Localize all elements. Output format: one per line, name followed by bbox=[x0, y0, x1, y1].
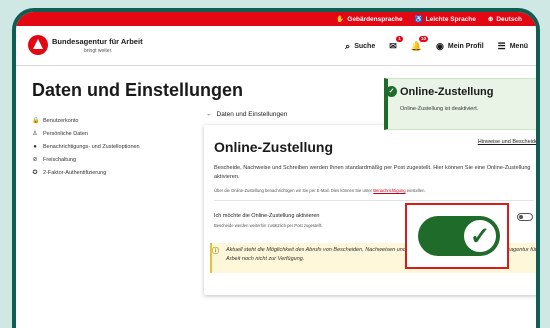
top-utility-bar: ✋ Gebärdensprache ♿ Leichte Sprache ⊕ De… bbox=[16, 12, 536, 26]
easy-language-label: Leichte Sprache bbox=[425, 15, 476, 23]
arrow-left-icon: ← bbox=[206, 111, 213, 118]
sidebar-nav: 🔒 Benutzerkonto ♙ Persönliche Daten ● Be… bbox=[32, 114, 202, 179]
language-label: Deutsch bbox=[496, 15, 522, 23]
search-button[interactable]: ⌕ Suche bbox=[345, 41, 375, 52]
notification-badge: 10 bbox=[418, 35, 428, 42]
toast-title: Online-Zustellung bbox=[400, 86, 494, 98]
notification-settings-link[interactable]: Benachrichtigung bbox=[373, 188, 405, 193]
sidebar-item-label: Freischaltung bbox=[43, 156, 77, 163]
sidebar-item-label: 2-Faktor-Authentifizierung bbox=[43, 169, 107, 176]
back-link-label: Daten und Einstellungen bbox=[216, 111, 288, 118]
browser-frame: ✋ Gebärdensprache ♿ Leichte Sprache ⊕ De… bbox=[12, 8, 540, 328]
header-nav: ⌕ Suche ✉ 1 🔔 10 ◉ Mein Profil ☰ Menü bbox=[345, 26, 528, 66]
site-header: Bundesagentur für Arbeit bringt weiter. … bbox=[16, 26, 536, 66]
card-subtext: Über die Online-Zustellung benachrichtig… bbox=[214, 188, 534, 193]
checkmark-icon: ✓ bbox=[462, 218, 498, 254]
page-background: ✋ Gebärdensprache ♿ Leichte Sprache ⊕ De… bbox=[0, 0, 550, 328]
card-description: Bescheide, Nachweise und Schreiben werde… bbox=[214, 165, 531, 180]
search-icon: ⌕ bbox=[345, 40, 351, 51]
mailbox-button[interactable]: ✉ 1 bbox=[389, 35, 403, 52]
sign-language-icon: ✋ bbox=[336, 16, 345, 23]
toggle-label: Ich möchte die Online-Zustellung aktivie… bbox=[214, 213, 320, 219]
brand-slogan: bringt weiter. bbox=[84, 48, 113, 54]
brand-name[interactable]: Bundesagentur für Arbeit bbox=[52, 37, 143, 46]
status-toast: ✓ Online-Zustellung Online-Zustellung is… bbox=[384, 78, 536, 130]
menu-button[interactable]: ☰ Menü bbox=[498, 41, 528, 52]
mail-badge: 1 bbox=[396, 35, 403, 42]
bell-icon: ● bbox=[33, 143, 37, 150]
toast-message: Online-Zustellung ist deaktiviert. bbox=[400, 106, 479, 112]
card-title: Online-Zustellung bbox=[214, 139, 333, 155]
info-icon: ⓘ bbox=[212, 248, 219, 255]
enlarged-toggle-switch[interactable]: ✓ bbox=[418, 216, 500, 256]
brand-logo[interactable] bbox=[28, 35, 48, 55]
sidebar-item-account[interactable]: 🔒 Benutzerkonto bbox=[32, 114, 202, 127]
link-icon: ⊘ bbox=[32, 157, 38, 163]
toggle-highlight-callout: ✓ bbox=[405, 203, 509, 269]
toggle-hint: Bescheide werden weiterhin zusätzlich pe… bbox=[214, 223, 323, 228]
person-icon: ♙ bbox=[32, 131, 38, 137]
sidebar-item-notifications[interactable]: ● Benachrichtigungs- und Zustelloptionen bbox=[32, 140, 202, 153]
user-icon: ◉ bbox=[436, 40, 444, 51]
back-link[interactable]: ← Daten und Einstellungen bbox=[206, 111, 287, 118]
success-check-icon: ✓ bbox=[386, 86, 397, 97]
bell-icon: 🔔 10 bbox=[410, 35, 428, 51]
subtext-start: Über die Online-Zustellung benachrichtig… bbox=[214, 188, 373, 193]
mail-icon: ✉ 1 bbox=[389, 35, 403, 51]
sidebar-item-label: Benutzerkonto bbox=[43, 117, 79, 124]
lock-icon: 🔒 bbox=[32, 118, 40, 124]
sidebar-item-2fa[interactable]: ✪ 2-Faktor-Authentifizierung bbox=[32, 166, 202, 179]
search-label: Suche bbox=[354, 42, 376, 50]
sidebar-item-personal-data[interactable]: ♙ Persönliche Daten bbox=[32, 127, 202, 140]
page-title: Daten und Einstellungen bbox=[32, 80, 244, 100]
sidebar-item-activation[interactable]: ⊘ Freischaltung bbox=[32, 153, 202, 166]
notices-link[interactable]: Hinweise und Bescheide bbox=[478, 139, 536, 145]
subtext-end: einstellen. bbox=[406, 188, 426, 193]
profile-label: Mein Profil bbox=[447, 42, 484, 50]
easy-language-icon: ♿ bbox=[414, 16, 423, 23]
notifications-button[interactable]: 🔔 10 bbox=[410, 35, 428, 52]
sign-language-link[interactable]: ✋ Gebärdensprache bbox=[336, 15, 403, 24]
sidebar-item-label: Benachrichtigungs- und Zustelloptionen bbox=[43, 143, 140, 150]
language-select[interactable]: ⊕ Deutsch bbox=[487, 15, 522, 24]
shield-icon: ✪ bbox=[32, 170, 38, 176]
menu-label: Menü bbox=[509, 42, 528, 50]
profile-button[interactable]: ◉ Mein Profil bbox=[436, 41, 484, 52]
sign-language-label: Gebärdensprache bbox=[347, 15, 403, 23]
globe-icon: ⊕ bbox=[487, 16, 494, 23]
online-delivery-toggle[interactable] bbox=[517, 213, 533, 221]
easy-language-link[interactable]: ♿ Leichte Sprache bbox=[414, 15, 476, 24]
sidebar-item-label: Persönliche Daten bbox=[43, 130, 88, 137]
card-divider bbox=[214, 200, 534, 201]
hamburger-icon: ☰ bbox=[497, 40, 506, 51]
